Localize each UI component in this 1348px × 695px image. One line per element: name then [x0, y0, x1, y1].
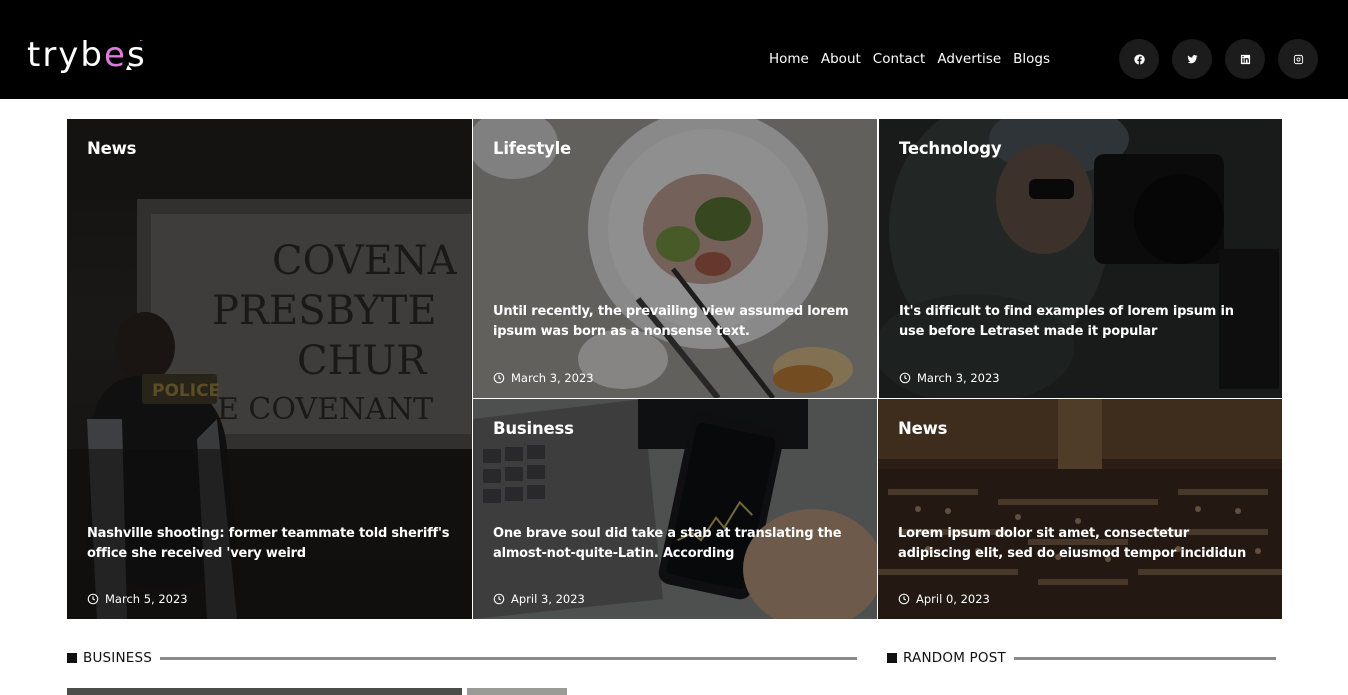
clock-icon — [87, 593, 99, 605]
section-marker — [67, 653, 77, 663]
section-title: BUSINESS — [83, 650, 153, 666]
instagram-button[interactable] — [1278, 39, 1318, 79]
instagram-icon — [1293, 54, 1303, 64]
card-date: April 0, 2023 — [898, 592, 990, 606]
business-post-thumbnail[interactable] — [467, 688, 567, 695]
twitter-button[interactable] — [1172, 39, 1212, 79]
linkedin-button[interactable] — [1225, 39, 1265, 79]
card-category[interactable]: Lifestyle — [493, 139, 571, 158]
nav-advertise[interactable]: Advertise — [931, 48, 1007, 70]
featured-card-news-1[interactable]: COVENA PRESBYTE CHUR E COVENANT POLICE N… — [67, 119, 472, 619]
card-category[interactable]: News — [898, 419, 947, 438]
section-divider — [160, 656, 858, 660]
nav-about[interactable]: About — [815, 48, 867, 70]
business-post-image[interactable] — [67, 688, 462, 695]
main-nav: Home About Contact Advertise Blogs — [763, 48, 1056, 70]
section-heading-business: BUSINESS — [67, 650, 858, 666]
site-header: tryb e s Home About Contact Advertise Blog… — [0, 0, 1348, 99]
card-title[interactable]: Nashville shooting: former teammate told… — [87, 524, 452, 564]
card-date: March 5, 2023 — [87, 592, 188, 606]
card-date: April 3, 2023 — [493, 592, 585, 606]
nav-blogs[interactable]: Blogs — [1007, 48, 1056, 70]
featured-card-business[interactable]: Business One brave soul did take a stab … — [473, 399, 877, 619]
logo-text-part1: tryb — [27, 35, 105, 75]
site-logo[interactable]: tryb e s — [27, 22, 147, 72]
featured-grid: COVENA PRESBYTE CHUR E COVENANT POLICE N… — [67, 119, 1282, 619]
nav-home[interactable]: Home — [763, 48, 815, 70]
card-date-text: March 3, 2023 — [511, 371, 594, 385]
facebook-icon — [1133, 53, 1145, 64]
linkedin-icon — [1240, 54, 1250, 64]
card-date-text: April 3, 2023 — [511, 592, 585, 606]
clock-icon — [493, 593, 505, 605]
card-category[interactable]: Business — [493, 419, 574, 438]
card-date: March 3, 2023 — [899, 371, 1000, 385]
section-heading-random-post: RANDOM POST — [887, 650, 1276, 666]
facebook-button[interactable] — [1119, 39, 1159, 79]
clock-icon — [898, 593, 910, 605]
logo-text-accent: e — [104, 35, 127, 75]
card-title[interactable]: It's difficult to find examples of lorem… — [899, 302, 1262, 342]
card-title[interactable]: Lorem ipsum dolor sit amet, consectetur … — [898, 524, 1262, 564]
card-category[interactable]: News — [87, 139, 136, 158]
social-links — [1119, 39, 1318, 79]
card-date-text: March 5, 2023 — [105, 592, 188, 606]
featured-card-technology[interactable]: Technology It's difficult to find exampl… — [879, 119, 1282, 398]
card-title[interactable]: Until recently, the prevailing view assu… — [493, 302, 857, 342]
section-divider — [1013, 656, 1276, 660]
section-marker — [887, 653, 897, 663]
nav-contact[interactable]: Contact — [867, 48, 932, 70]
featured-card-news-2[interactable]: News Lorem ipsum dolor sit amet, consect… — [878, 399, 1282, 619]
featured-card-lifestyle[interactable]: Lifestyle Until recently, the prevailing… — [473, 119, 877, 398]
card-date-text: March 3, 2023 — [917, 371, 1000, 385]
section-title: RANDOM POST — [903, 650, 1006, 666]
clock-icon — [899, 372, 911, 384]
twitter-icon — [1186, 54, 1198, 63]
clock-icon — [493, 372, 505, 384]
card-date-text: April 0, 2023 — [916, 592, 990, 606]
logo-text-part2: s — [126, 35, 147, 75]
card-title[interactable]: One brave soul did take a stab at transl… — [493, 524, 857, 564]
card-date: March 3, 2023 — [493, 371, 594, 385]
card-category[interactable]: Technology — [899, 139, 1002, 158]
